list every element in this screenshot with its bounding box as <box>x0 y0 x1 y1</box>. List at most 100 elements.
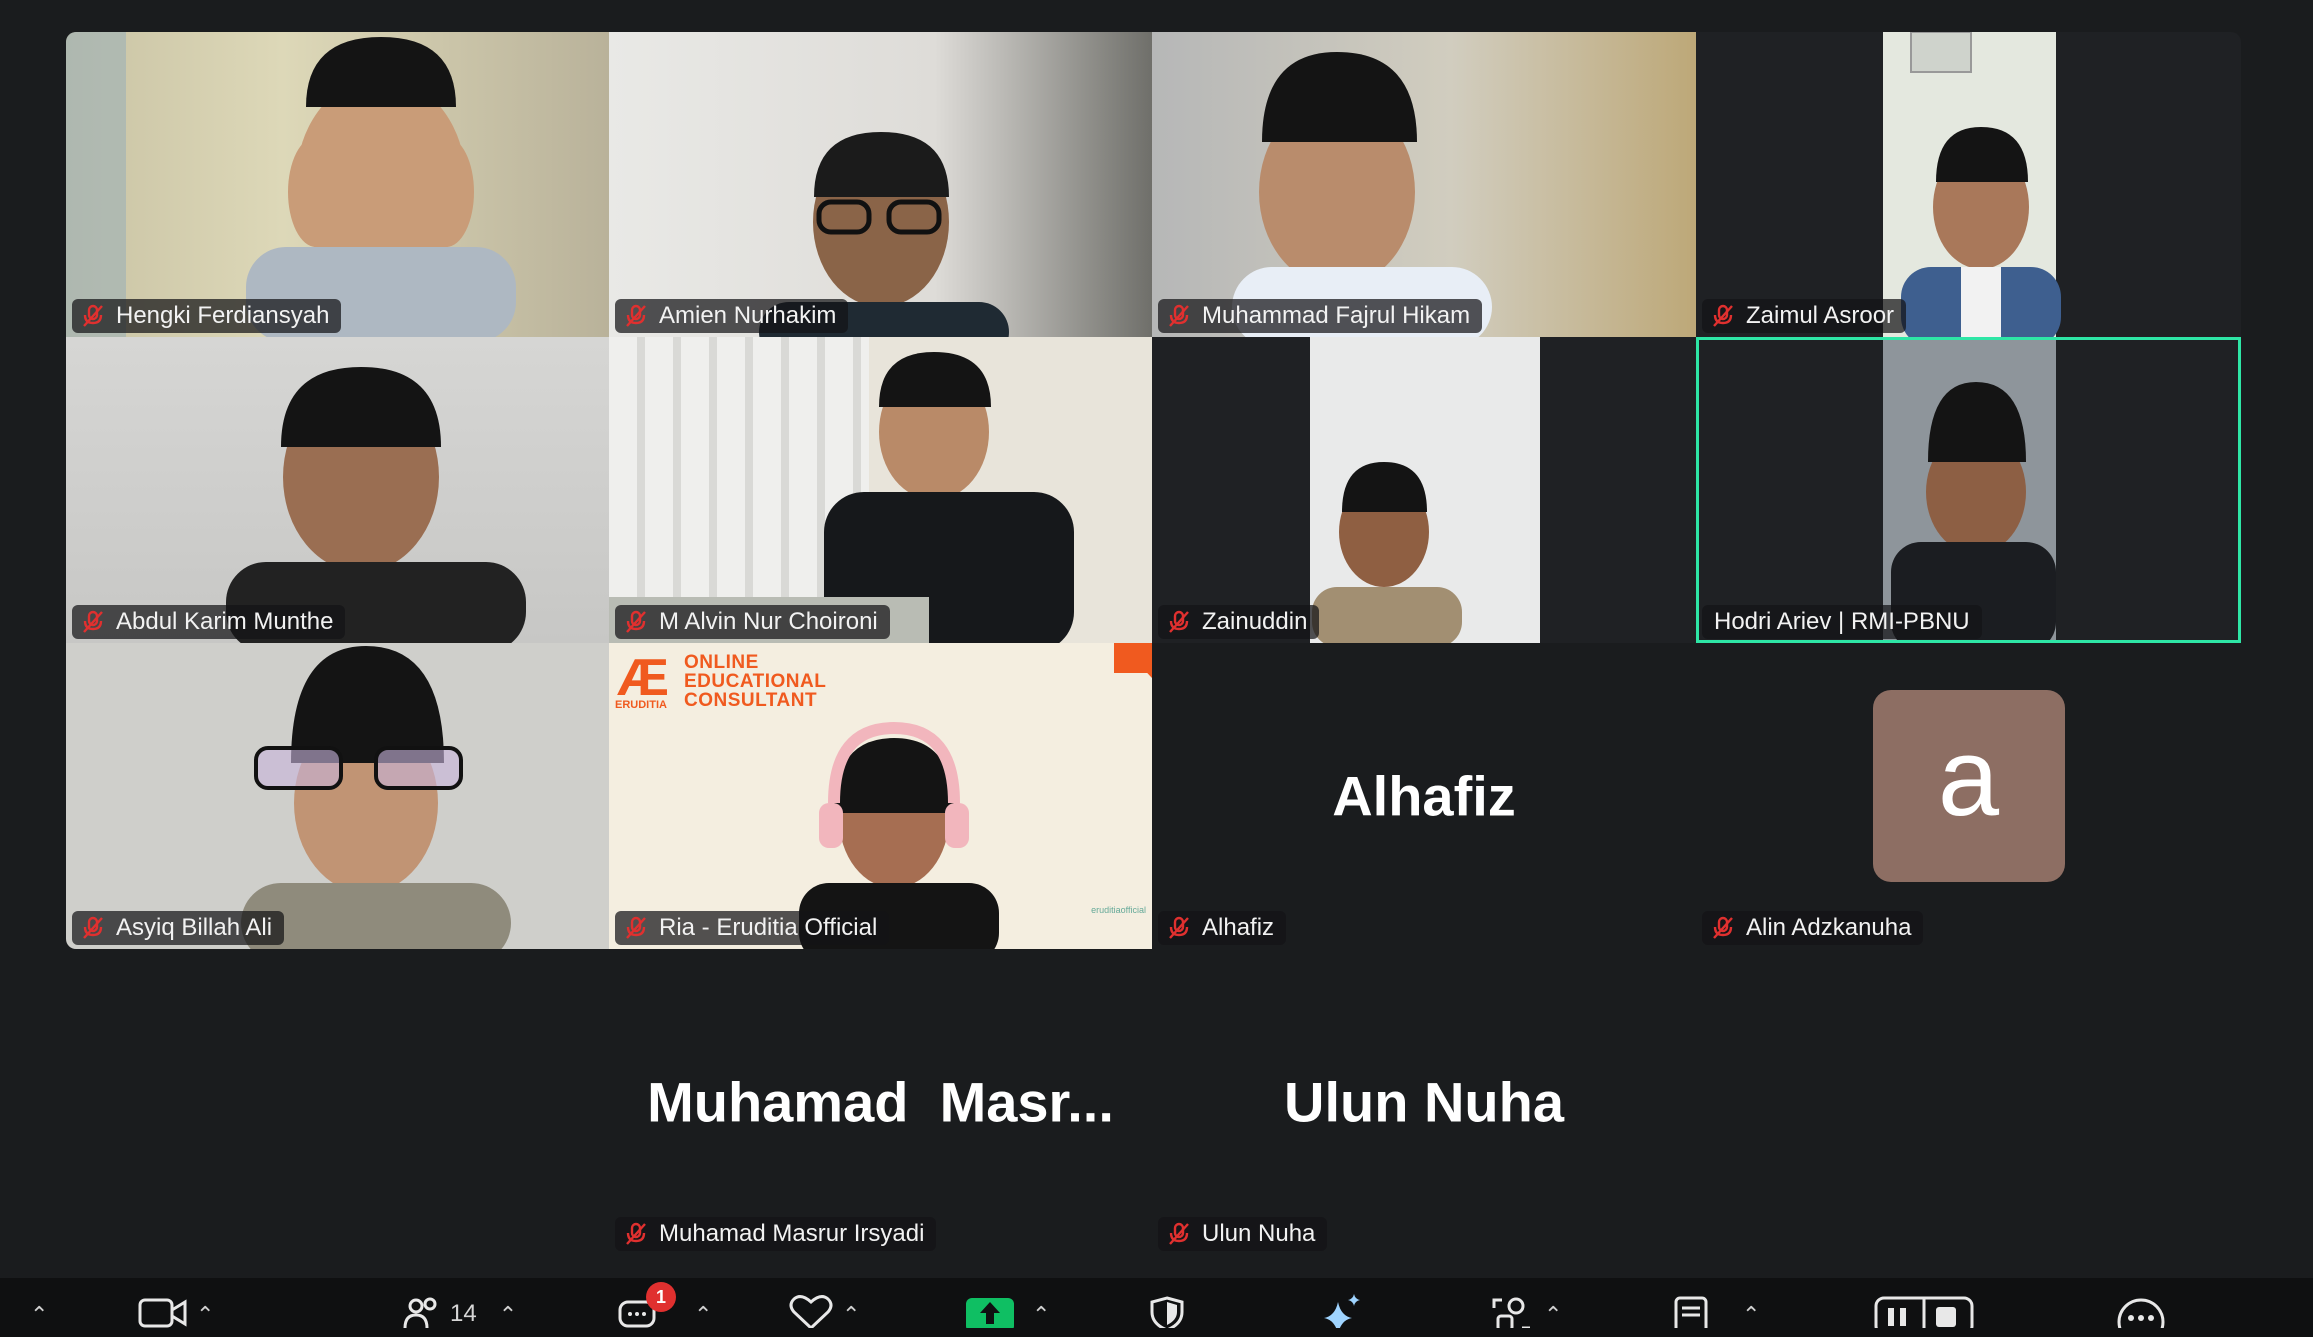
notes-options-caret[interactable]: ⌃ <box>1742 1302 1760 1328</box>
video-tile-no-video[interactable]: Alhafiz Alhafiz <box>1152 643 1696 949</box>
name-tag: Amien Nurhakim <box>615 299 849 333</box>
name-tag: M Alvin Nur Choironi <box>615 605 890 639</box>
participant-display-name: Ulun Nuha <box>1284 1070 1564 1134</box>
react-icon <box>789 1295 833 1328</box>
video-tile[interactable]: Asyiq Billah Ali <box>66 643 609 949</box>
mic-muted-icon <box>1169 610 1189 633</box>
name-tag: Abdul Karim Munthe <box>72 605 346 639</box>
participant-video <box>66 643 609 949</box>
watermark-text: eruditiaofficial <box>1091 905 1146 915</box>
participant-video <box>1152 337 1696 643</box>
chat-options-caret[interactable]: ⌃ <box>694 1302 712 1328</box>
react-button[interactable]: ⌃ <box>788 1288 860 1337</box>
mic-options-caret[interactable]: ⌃ <box>30 1288 48 1337</box>
apps-options-caret[interactable]: ⌃ <box>1544 1302 1562 1328</box>
name-tag: Ulun Nuha <box>1158 1217 1328 1251</box>
participant-name: Abdul Karim Munthe <box>116 608 334 635</box>
mic-muted-icon <box>83 916 103 939</box>
video-tile[interactable]: Abdul Karim Munthe <box>66 337 609 643</box>
mic-muted-icon <box>1713 304 1733 327</box>
participant-name: Zainuddin <box>1202 608 1308 635</box>
notes-icon <box>1674 1296 1708 1328</box>
chat-unread-badge: 1 <box>646 1282 676 1312</box>
share-screen-button[interactable]: ⌃ <box>966 1288 1050 1337</box>
ai-companion-button[interactable] <box>1316 1288 1364 1337</box>
more-button[interactable] <box>2116 1288 2166 1337</box>
name-tag: Muhamad Masrur Irsyadi <box>615 1217 937 1251</box>
participants-button[interactable]: 14 ⌃ <box>402 1288 517 1337</box>
meeting-gallery-view: Hengki Ferdiansyah Amien Nurhakim Muhamm… <box>0 0 2313 1337</box>
participant-name: Zaimul Asroor <box>1746 302 1895 329</box>
ai-companion-icon <box>1324 1294 1360 1328</box>
mic-muted-icon <box>1169 304 1189 327</box>
name-tag: Zaimul Asroor <box>1702 299 1907 333</box>
apps-icon <box>1492 1297 1530 1328</box>
mic-muted-icon <box>626 916 646 939</box>
mic-muted-icon <box>83 304 103 327</box>
name-tag: Zainuddin <box>1158 605 1320 639</box>
video-tile[interactable]: Æ ERUDITIA ONLINE EDUCATIONAL CONSULTANT… <box>609 643 1152 949</box>
chat-button[interactable]: 1 ⌃ <box>618 1282 712 1337</box>
video-tile[interactable]: Muhammad Fajrul Hikam <box>1152 32 1696 337</box>
participant-name: Hodri Ariev | RMI-PBNU <box>1714 608 1970 635</box>
video-button[interactable]: ⌃ <box>138 1288 214 1337</box>
participant-name: M Alvin Nur Choironi <box>659 608 878 635</box>
video-tile-no-video[interactable]: a Alin Adzkanuha <box>1696 643 2241 949</box>
pause-record-icon <box>1874 1296 1974 1328</box>
name-tag: Asyiq Billah Ali <box>72 911 285 945</box>
apps-button[interactable]: ⌃ <box>1492 1288 1562 1337</box>
mic-muted-icon <box>626 304 646 327</box>
name-tag: Hengki Ferdiansyah <box>72 299 342 333</box>
participant-video <box>1152 32 1696 337</box>
more-icon <box>2117 1298 2165 1328</box>
mic-muted-icon <box>626 1222 646 1245</box>
participant-display-name: Muhamad Masr... <box>647 1070 1114 1134</box>
participant-name: Alhafiz <box>1202 914 1275 941</box>
name-tag: Muhammad Fajrul Hikam <box>1158 299 1483 333</box>
video-tile-active-speaker[interactable]: Hodri Ariev | RMI-PBNU <box>1696 337 2241 643</box>
participant-video <box>66 337 609 643</box>
participant-name: Muhamad Masrur Irsyadi <box>659 1220 925 1247</box>
mic-muted-icon <box>626 610 646 633</box>
participant-video <box>1696 32 2241 337</box>
participant-video <box>66 32 609 337</box>
participant-name: Alin Adzkanuha <box>1746 914 1912 941</box>
banner-text: ONLINE EDUCATIONAL CONSULTANT <box>684 652 827 711</box>
security-icon <box>1150 1296 1184 1328</box>
recording-controls[interactable] <box>1874 1288 1974 1337</box>
video-options-caret[interactable]: ⌃ <box>196 1302 214 1328</box>
video-tile[interactable]: Amien Nurhakim <box>609 32 1152 337</box>
video-tile[interactable]: M Alvin Nur Choironi <box>609 337 1152 643</box>
notes-button[interactable]: ⌃ <box>1672 1288 1760 1337</box>
video-tile[interactable]: Zainuddin <box>1152 337 1696 643</box>
participant-video <box>609 337 1152 643</box>
share-options-caret[interactable]: ⌃ <box>1032 1302 1050 1328</box>
react-options-caret[interactable]: ⌃ <box>842 1302 860 1328</box>
participant-name: Asyiq Billah Ali <box>116 914 273 941</box>
eruditia-logo-text: ERUDITIA <box>615 699 667 711</box>
name-tag: Alhafiz <box>1158 911 1287 945</box>
participant-display-name: Alhafiz <box>1332 764 1516 828</box>
security-button[interactable] <box>1148 1288 1186 1337</box>
video-tile[interactable]: Hengki Ferdiansyah <box>66 32 609 337</box>
name-tag: Alin Adzkanuha <box>1702 911 1924 945</box>
mic-muted-icon <box>1169 1222 1189 1245</box>
participant-name: Ria - Eruditia Official <box>659 914 878 941</box>
participant-video <box>609 32 1152 337</box>
participants-icon <box>403 1297 437 1328</box>
participant-name: Ulun Nuha <box>1202 1220 1316 1247</box>
participant-name: Muhammad Fajrul Hikam <box>1202 302 1471 329</box>
share-screen-icon <box>966 1298 1014 1328</box>
video-tile-no-video[interactable]: Ulun Nuha Ulun Nuha <box>1152 949 1696 1255</box>
video-tile-no-video[interactable]: Muhamad Masr... Muhamad Masrur Irsyadi <box>609 949 1152 1255</box>
name-tag: Hodri Ariev | RMI-PBNU <box>1702 605 1982 639</box>
name-tag: Ria - Eruditia Official <box>615 911 890 945</box>
participant-video <box>1696 337 2241 643</box>
meeting-toolbar: ⌃ ⌃ 14 ⌃ 1 ⌃ ⌃ ⌃ ⌃ ⌃ <box>0 1278 2313 1337</box>
video-icon <box>138 1298 187 1328</box>
video-tile[interactable]: Zaimul Asroor <box>1696 32 2241 337</box>
mic-muted-icon <box>1169 916 1189 939</box>
mic-muted-icon <box>1713 916 1733 939</box>
participants-options-caret[interactable]: ⌃ <box>499 1302 517 1328</box>
avatar: a <box>1872 690 2065 882</box>
